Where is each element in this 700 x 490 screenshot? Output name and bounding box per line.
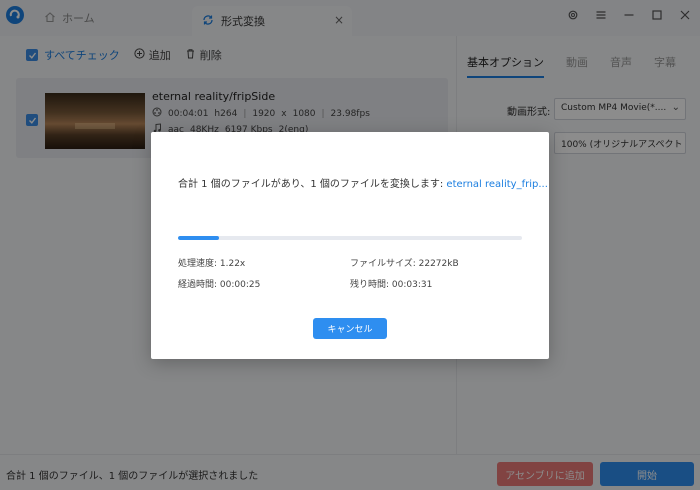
progress-fill (178, 236, 220, 240)
elapsed-time: 経過時間: 00:00:25 (178, 280, 261, 290)
conversion-message: 合計 1 個のファイルがあり、1 個のファイルを変換します: eternal r… (178, 175, 548, 190)
conversion-progress-dialog: 合計 1 個のファイルがあり、1 個のファイルを変換します: eternal r… (151, 132, 549, 359)
remaining-time: 残り時間: 00:03:31 (350, 280, 433, 290)
processing-speed: 処理速度: 1.22x (178, 259, 246, 269)
conversion-message-text: 合計 1 個のファイルがあり、1 個のファイルを変換します: (178, 179, 447, 190)
file-size: ファイルサイズ: 22272kB (350, 259, 459, 269)
progress-bar (178, 236, 522, 240)
cancel-button[interactable]: キャンセル (313, 318, 387, 339)
converting-filename: eternal reality_frip... (446, 179, 548, 190)
